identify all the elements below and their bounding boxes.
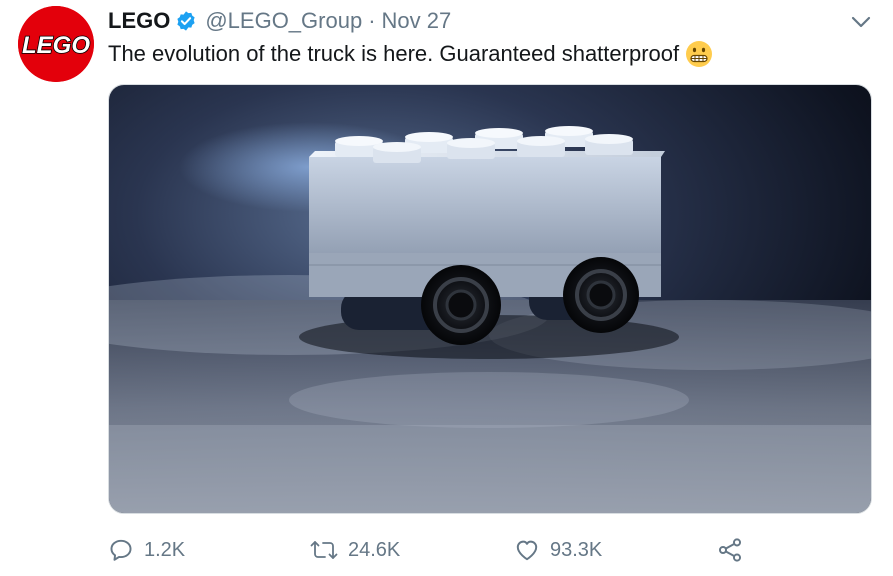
tweet-card[interactable]: LEGO LEGO @LEGO_Group · Nov 27 The evolu… <box>0 0 893 576</box>
verified-badge-icon <box>175 10 197 32</box>
tweet-date[interactable]: Nov 27 <box>382 8 452 34</box>
separator-dot: · <box>368 8 376 33</box>
like-button[interactable]: 93.3K <box>514 530 602 570</box>
tweet-header: LEGO @LEGO_Group · Nov 27 <box>108 6 451 36</box>
avatar[interactable]: LEGO <box>18 6 94 82</box>
heart-icon <box>514 537 540 563</box>
tweet-body: The evolution of the truck is here. Guar… <box>108 41 680 66</box>
tweet-actions: 1.2K 24.6K 93.3K <box>108 530 872 570</box>
share-button[interactable] <box>716 530 744 570</box>
tweet-text: The evolution of the truck is here. Guar… <box>108 38 713 70</box>
retweet-count: 24.6K <box>348 538 401 561</box>
chevron-down-icon[interactable] <box>848 12 874 32</box>
reply-count: 1.2K <box>144 538 186 561</box>
grimacing-face-emoji <box>685 40 713 68</box>
like-count: 93.3K <box>550 538 603 561</box>
truck-wheel-front <box>421 265 501 345</box>
author-handle[interactable]: @LEGO_Group <box>205 8 362 34</box>
svg-text:LEGO: LEGO <box>22 32 90 59</box>
retweet-icon <box>310 537 338 563</box>
share-icon <box>716 536 744 564</box>
reply-button[interactable]: 1.2K <box>108 530 185 570</box>
lego-brick-truck-image[interactable] <box>108 84 872 514</box>
reply-icon <box>108 537 134 563</box>
author-name[interactable]: LEGO <box>108 8 170 34</box>
truck-wheel-rear <box>563 257 639 333</box>
retweet-button[interactable]: 24.6K <box>310 530 400 570</box>
